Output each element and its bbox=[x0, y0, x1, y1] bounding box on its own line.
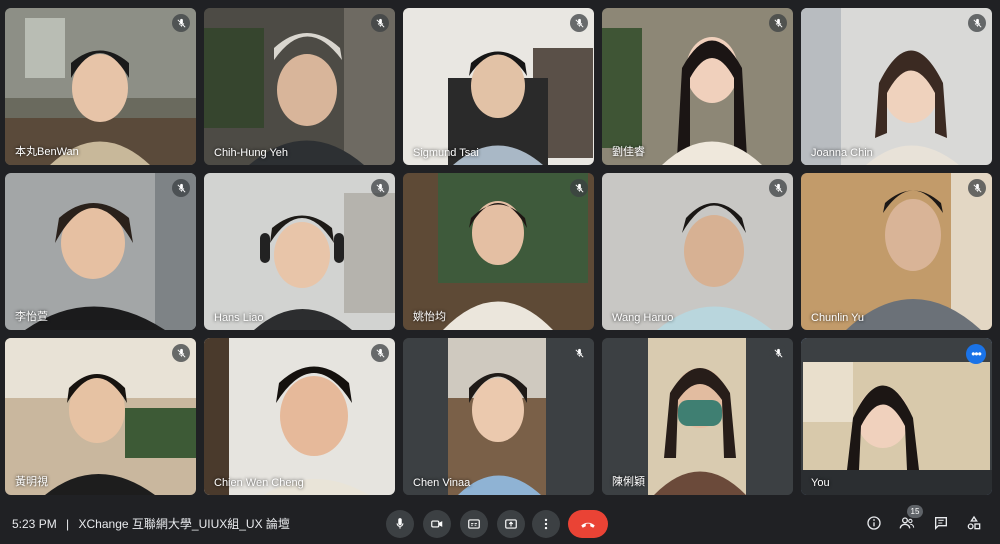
video-feed bbox=[801, 338, 992, 495]
participant-name: 黃明視 bbox=[15, 476, 48, 488]
video-feed bbox=[602, 173, 793, 330]
participant-name: Sigmund Tsai bbox=[413, 147, 479, 159]
meeting-title: XChange 互聯網大學_UIUX組_UX 論壇 bbox=[78, 517, 290, 531]
video-feed bbox=[5, 338, 196, 495]
participant-tile[interactable]: 黃明視 bbox=[5, 338, 196, 495]
participant-name: 陳俐穎 bbox=[612, 476, 645, 488]
mic-off-icon bbox=[769, 179, 787, 197]
meeting-details-button[interactable] bbox=[863, 512, 885, 534]
chat-button[interactable] bbox=[930, 512, 952, 534]
hang-up-icon bbox=[581, 522, 595, 528]
mic-icon bbox=[396, 518, 404, 529]
participant-tile[interactable]: Hans Liao bbox=[204, 173, 395, 330]
video-feed bbox=[602, 8, 793, 165]
control-bar: 5:23 PM | XChange 互聯網大學_UIUX組_UX 論壇 15 bbox=[0, 502, 1000, 544]
participant-tile[interactable]: 劉佳睿 bbox=[602, 8, 793, 165]
mic-off-icon bbox=[172, 344, 190, 362]
video-feed bbox=[204, 8, 395, 165]
mic-off-icon bbox=[570, 179, 588, 197]
mic-off-icon bbox=[371, 14, 389, 32]
meeting-info: 5:23 PM | XChange 互聯網大學_UIUX組_UX 論壇 bbox=[12, 515, 290, 532]
video-feed bbox=[403, 338, 594, 495]
participant-name: 姚怡均 bbox=[413, 311, 446, 323]
video-feed bbox=[801, 8, 992, 165]
present-icon bbox=[505, 519, 517, 529]
self-tile[interactable]: ••• You bbox=[801, 338, 992, 495]
leave-call-button[interactable] bbox=[568, 510, 608, 538]
mic-off-icon bbox=[769, 14, 787, 32]
participant-tile[interactable]: 本丸BenWan bbox=[5, 8, 196, 165]
participant-name: Hans Liao bbox=[214, 312, 264, 324]
present-button[interactable] bbox=[497, 510, 525, 538]
video-feed bbox=[602, 338, 793, 495]
camera-button[interactable] bbox=[423, 510, 451, 538]
mic-off-icon bbox=[172, 14, 190, 32]
participant-tile[interactable]: Chien Wen Cheng bbox=[204, 338, 395, 495]
participant-name: You bbox=[811, 477, 830, 489]
participant-name: 劉佳睿 bbox=[612, 146, 645, 158]
video-feed bbox=[403, 173, 594, 330]
participant-name: 李怡萱 bbox=[15, 311, 48, 323]
video-feed bbox=[5, 8, 196, 165]
mic-off-icon bbox=[371, 179, 389, 197]
participant-tile[interactable]: Chen Vinaa bbox=[403, 338, 594, 495]
activities-icon bbox=[967, 515, 981, 530]
video-grid: 本丸BenWan Chih-Hung Yeh Sigmund Tsai 劉佳睿 … bbox=[5, 8, 995, 498]
participant-name: Chien Wen Cheng bbox=[214, 477, 304, 489]
meeting-time: 5:23 PM bbox=[12, 517, 57, 531]
video-feed bbox=[5, 173, 196, 330]
participant-tile[interactable]: Joanna Chin bbox=[801, 8, 992, 165]
participant-tile[interactable]: Sigmund Tsai bbox=[403, 8, 594, 165]
mic-button[interactable] bbox=[386, 510, 414, 538]
participant-tile[interactable]: Wang Haruo bbox=[602, 173, 793, 330]
chat-icon bbox=[935, 517, 947, 530]
participant-tile[interactable]: Chunlin Yu bbox=[801, 173, 992, 330]
mic-off-icon bbox=[769, 344, 787, 362]
participant-name: 本丸BenWan bbox=[15, 146, 79, 158]
participant-name: Joanna Chin bbox=[811, 147, 873, 159]
more-vert-icon bbox=[544, 518, 548, 530]
captions-button[interactable] bbox=[460, 510, 488, 538]
video-feed bbox=[204, 338, 395, 495]
more-options-button[interactable] bbox=[532, 510, 560, 538]
participant-tile[interactable]: 陳俐穎 bbox=[602, 338, 793, 495]
participant-tile[interactable]: 李怡萱 bbox=[5, 173, 196, 330]
participant-name: Wang Haruo bbox=[612, 312, 674, 324]
participant-name: Chih-Hung Yeh bbox=[214, 147, 289, 159]
video-feed bbox=[403, 8, 594, 165]
mic-off-icon bbox=[570, 14, 588, 32]
captions-icon bbox=[468, 519, 480, 529]
video-feed bbox=[801, 173, 992, 330]
participant-tile[interactable]: 姚怡均 bbox=[403, 173, 594, 330]
mic-off-icon bbox=[968, 179, 986, 197]
activities-button[interactable] bbox=[963, 512, 985, 534]
participant-name: Chunlin Yu bbox=[811, 312, 865, 324]
mic-off-icon bbox=[570, 344, 588, 362]
separator: | bbox=[66, 517, 70, 531]
participant-count-badge: 15 bbox=[907, 505, 923, 518]
participant-name: Chen Vinaa bbox=[413, 477, 471, 489]
info-icon bbox=[867, 516, 881, 530]
mic-off-icon bbox=[172, 179, 190, 197]
more-options-icon[interactable]: ••• bbox=[966, 344, 986, 364]
mic-off-icon bbox=[968, 14, 986, 32]
mic-off-icon bbox=[371, 344, 389, 362]
camera-icon bbox=[431, 520, 443, 528]
video-feed bbox=[204, 173, 395, 330]
participant-tile[interactable]: Chih-Hung Yeh bbox=[204, 8, 395, 165]
